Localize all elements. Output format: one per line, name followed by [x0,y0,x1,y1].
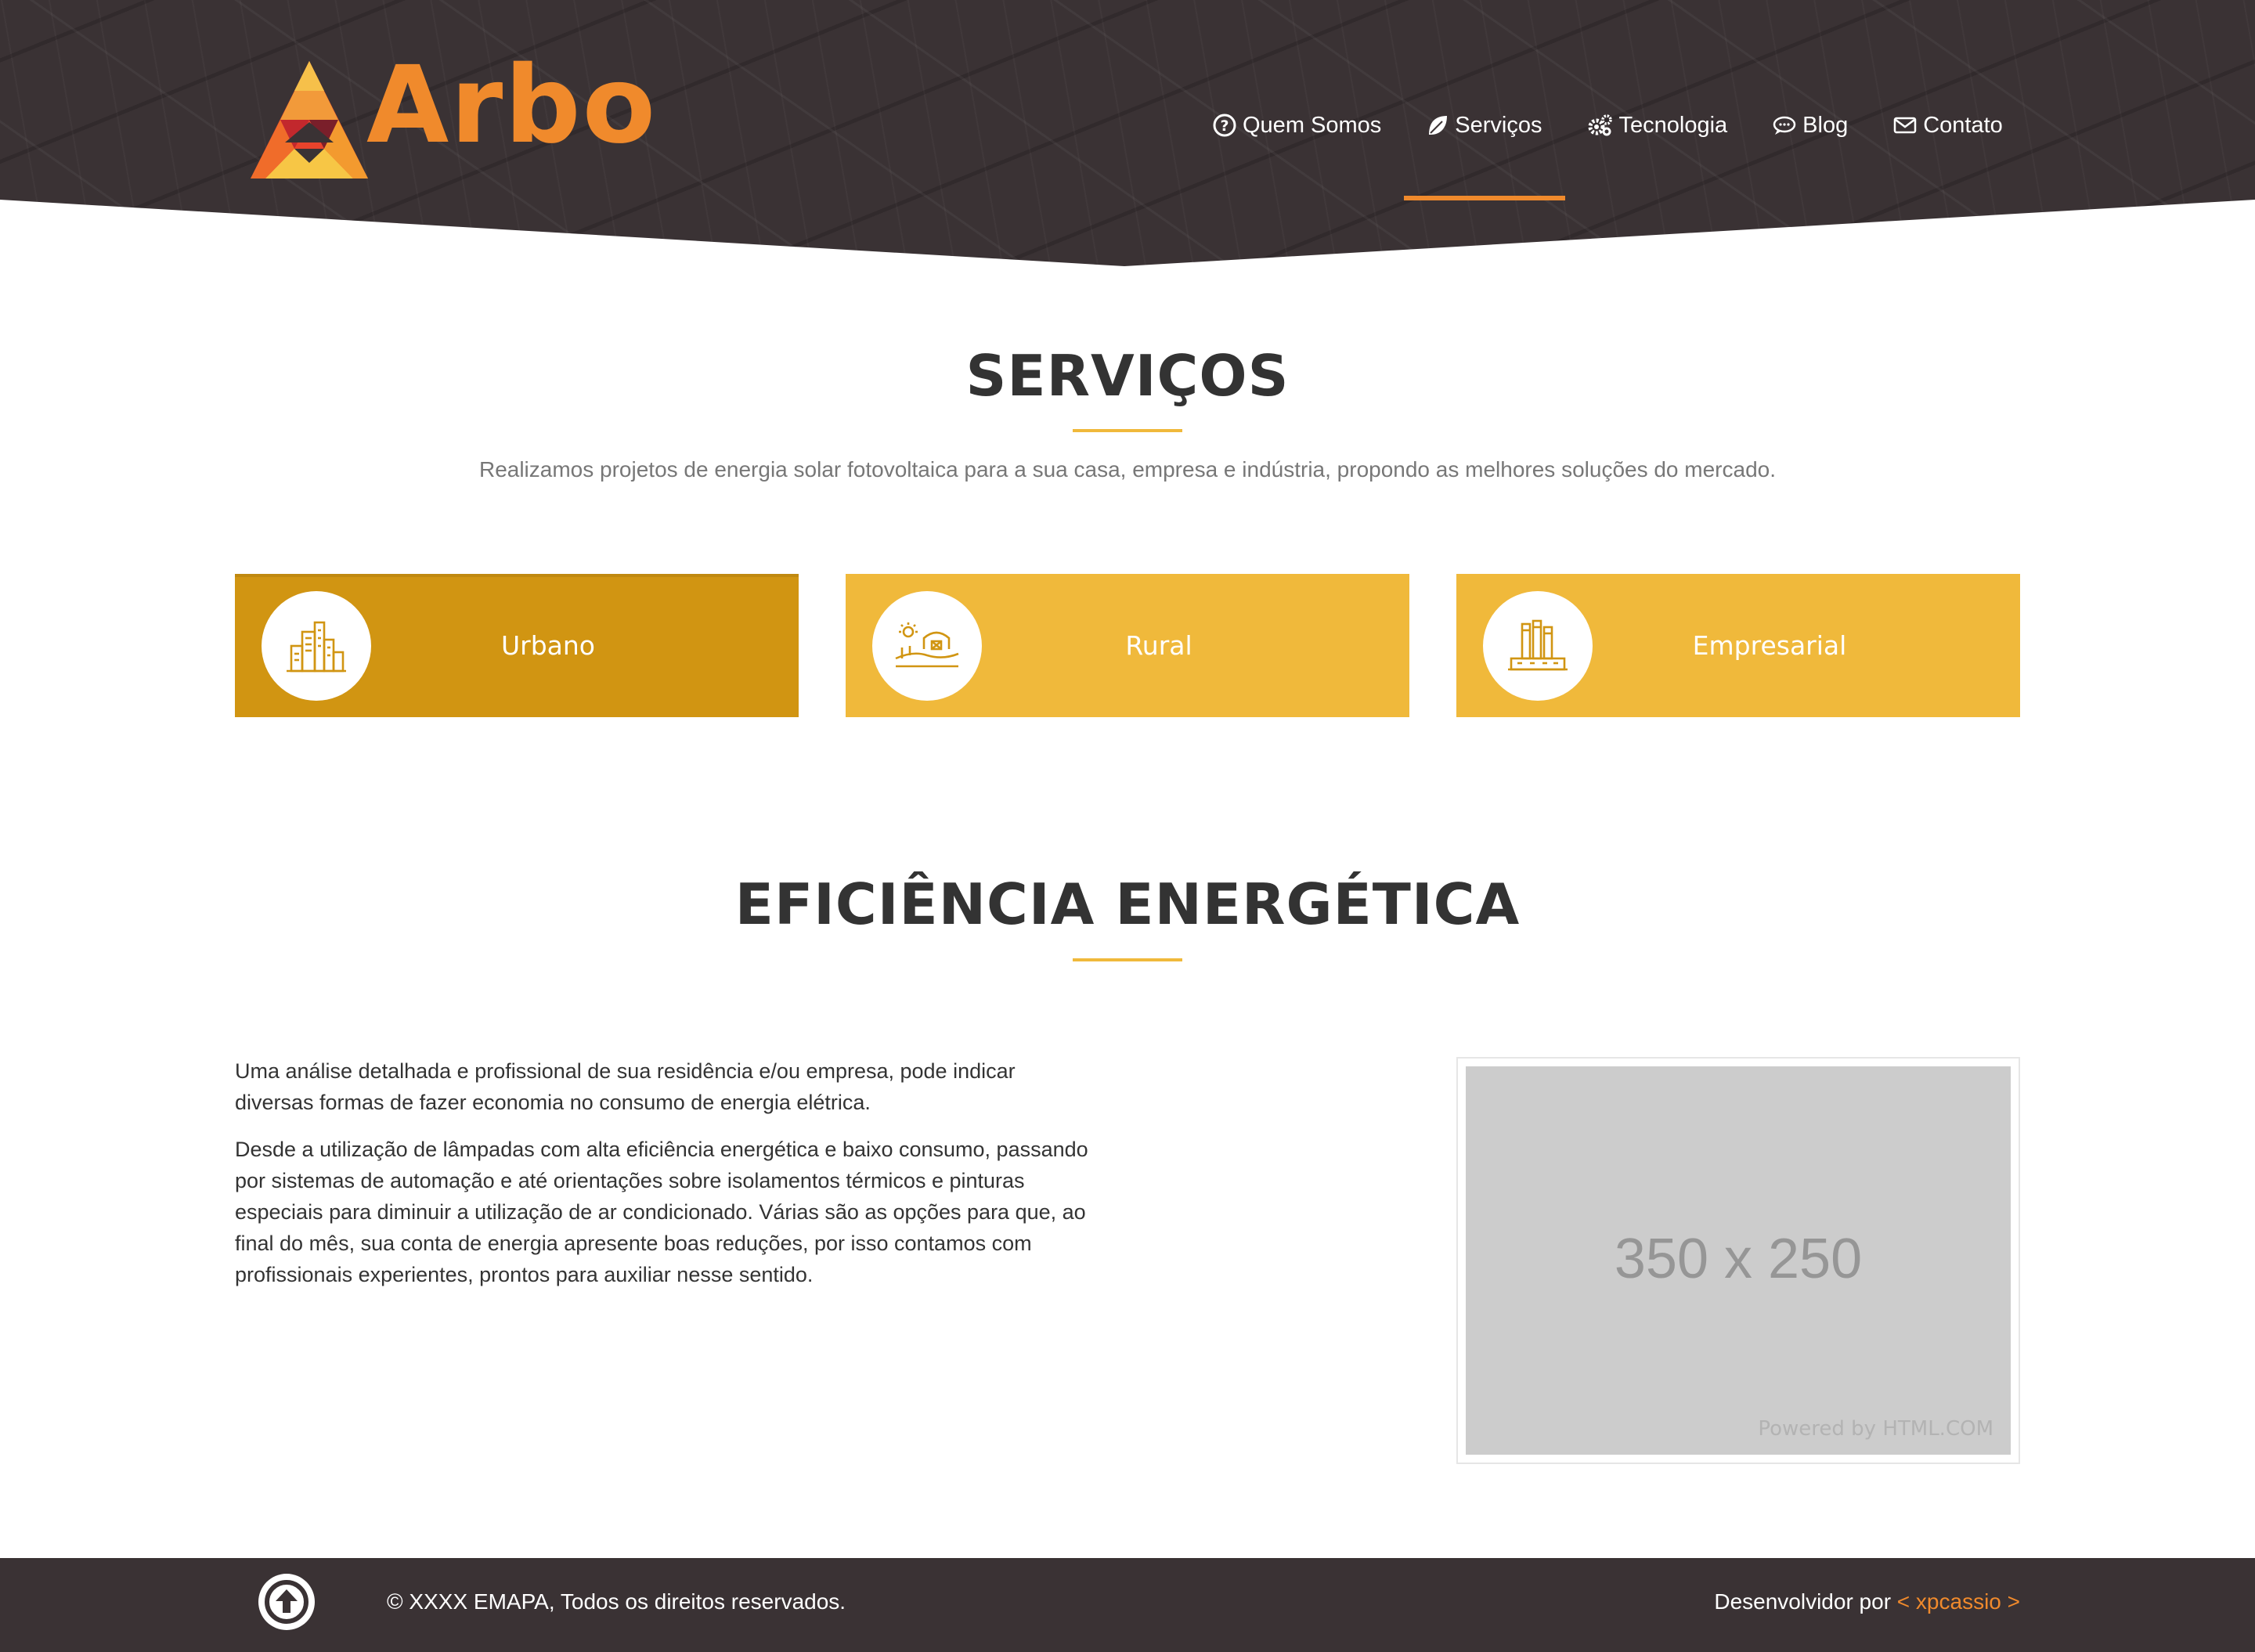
placeholder-image: 350 x 250 Powered by HTML.COM [1466,1066,2011,1455]
nav-label: Contato [1923,112,2003,138]
back-to-top-button[interactable] [258,1574,315,1630]
nav-item-tecnologia[interactable]: Tecnologia [1565,108,1751,142]
main-nav: ? Quem Somos Serviços Tecnologia Blog Co… [1190,108,2026,200]
gears-icon [1588,114,1612,136]
efficiency-title-underline [1073,958,1182,961]
service-card-label: Rural [1125,630,1192,661]
service-card-rural[interactable]: Rural [846,574,1409,717]
nav-item-contato[interactable]: Contato [1871,108,2026,142]
logo-text: Arbo [366,44,658,168]
services-title: SERVIÇOS [965,343,1290,409]
service-card-empresarial[interactable]: Empresarial [1456,574,2020,717]
nav-item-quem-somos[interactable]: ? Quem Somos [1190,108,1404,142]
service-icon-circle [872,591,982,701]
question-circle-icon: ? [1213,114,1236,137]
service-card-label: Empresarial [1692,630,1847,661]
services-title-underline [1073,429,1182,432]
envelope-icon [1893,117,1917,134]
farm-barn-icon [895,622,959,668]
efficiency-text: Uma análise detalhada e profissional de … [235,1055,1096,1306]
developer-credits: Desenvolvidor por < xpcassio > [1714,1589,2020,1614]
service-icon-circle [1483,591,1593,701]
nav-label: Quem Somos [1243,112,1382,138]
service-card-label: Urbano [501,630,595,661]
copyright-text: © XXXX EMAPA, Todos os direitos reservad… [387,1589,846,1614]
logo-triangle-icon [251,61,368,179]
efficiency-paragraph: Desde a utilização de lâmpadas com alta … [235,1138,1088,1286]
service-icon-circle [262,591,371,701]
developer-link[interactable]: < xpcassio > [1897,1589,2020,1614]
placeholder-powered-by: Powered by HTML.COM [1758,1417,1993,1441]
nav-label: Serviços [1455,112,1542,138]
leaf-icon [1429,116,1448,135]
arrow-up-circle-icon [265,1580,308,1624]
logo[interactable]: Arbo [251,44,655,186]
svg-text:?: ? [1220,117,1229,135]
efficiency-paragraph: Uma análise detalhada e profissional de … [235,1059,1016,1114]
nav-item-blog[interactable]: Blog [1750,108,1871,142]
nav-label: Tecnologia [1618,112,1728,138]
factory-icon [1508,619,1568,671]
city-buildings-icon [287,621,346,673]
placeholder-dimensions: 350 x 250 [1614,1228,1863,1290]
developer-prefix: Desenvolvidor por [1714,1589,1892,1614]
nav-label: Blog [1802,112,1849,138]
nav-item-servicos[interactable]: Serviços [1404,108,1565,200]
efficiency-title: EFICIÊNCIA ENERGÉTICA [734,871,1521,937]
service-card-urbano[interactable]: Urbano [235,574,799,717]
services-subtitle: Realizamos projetos de energia solar fot… [478,457,1777,482]
site-footer: © XXXX EMAPA, Todos os direitos reservad… [0,1558,2255,1652]
chat-bubble-icon [1773,116,1796,135]
efficiency-image-placeholder: 350 x 250 Powered by HTML.COM [1456,1057,2020,1464]
